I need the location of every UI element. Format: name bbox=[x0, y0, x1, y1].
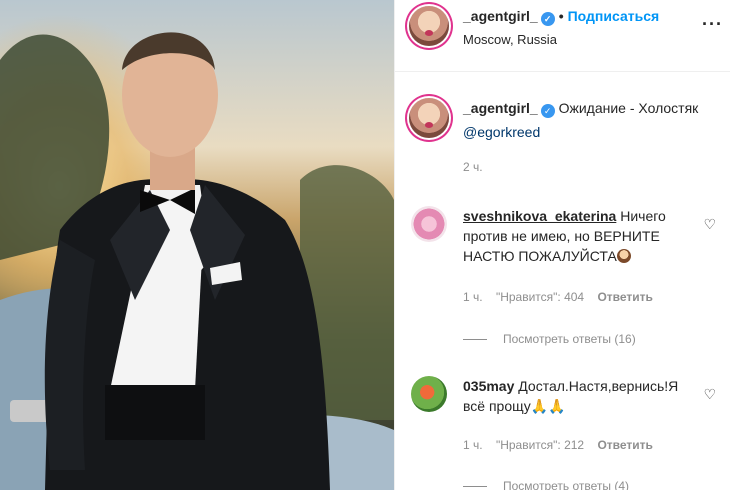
post-time[interactable]: 2 ч. bbox=[463, 160, 483, 174]
post-side-panel: _agentgirl_ ✓ • Подписаться Moscow, Russia … bbox=[394, 0, 730, 490]
author-line: _agentgirl_ ✓ • Подписаться bbox=[463, 8, 659, 26]
caption-author-avatar[interactable] bbox=[409, 98, 449, 138]
caption: _agentgirl_ ✓ Ожидание - Холостяк bbox=[463, 100, 698, 118]
post-photo[interactable] bbox=[0, 0, 394, 490]
woman-gesturing-icon bbox=[616, 249, 631, 263]
comment-time[interactable]: 1 ч. bbox=[463, 290, 483, 304]
separator-dot: • bbox=[558, 8, 564, 24]
caption-text: Ожидание - Холостяк bbox=[558, 100, 699, 116]
verified-icon: ✓ bbox=[540, 104, 555, 118]
location-link[interactable]: Moscow, Russia bbox=[463, 32, 557, 47]
comment-text-line1: Ничего bbox=[620, 208, 666, 224]
comment-text-line2: всё прощу bbox=[463, 398, 531, 414]
comment-text-line2: против не имею, но ВЕРНИТЕ bbox=[463, 228, 660, 244]
verified-icon: ✓ bbox=[540, 12, 555, 26]
comment-text-line1: Достал.Настя,вернись!Я bbox=[518, 378, 679, 394]
reply-button[interactable]: Ответить bbox=[597, 290, 652, 304]
view-replies-label: Посмотреть ответы (16) bbox=[503, 332, 636, 346]
photo-illustration bbox=[0, 0, 394, 490]
commenter-avatar[interactable] bbox=[411, 206, 447, 242]
comment-text-line3: НАСТЮ ПОЖАЛУЙСТА bbox=[463, 248, 617, 264]
more-horizontal-icon[interactable]: ··· bbox=[702, 14, 723, 35]
folded-hands-icon: 🙏🙏 bbox=[530, 398, 566, 414]
view-replies-button[interactable]: Посмотреть ответы (16) bbox=[463, 332, 636, 346]
view-replies-label: Посмотреть ответы (4) bbox=[503, 479, 630, 490]
comment-body: sveshnikova_ekaterina Ничего против не и… bbox=[463, 206, 693, 266]
comment-likes[interactable]: "Нравится": 404 bbox=[496, 290, 584, 304]
like-comment-icon[interactable]: ♡ bbox=[703, 386, 716, 403]
comment-body: 035may Достал.Настя,вернись!Я всё прощу🙏… bbox=[463, 376, 693, 416]
follow-button[interactable]: Подписаться bbox=[568, 8, 660, 24]
reply-button[interactable]: Ответить bbox=[597, 438, 652, 452]
view-replies-button[interactable]: Посмотреть ответы (4) bbox=[463, 479, 629, 490]
comment-username[interactable]: sveshnikova_ekaterina bbox=[463, 208, 616, 224]
comment-meta: 1 ч. "Нравится": 404 Ответить bbox=[463, 290, 663, 304]
commenter-avatar[interactable] bbox=[411, 376, 447, 412]
divider-line bbox=[463, 339, 487, 341]
divider-line bbox=[463, 486, 487, 488]
author-username[interactable]: _agentgirl_ bbox=[463, 8, 538, 24]
caption-username[interactable]: _agentgirl_ bbox=[463, 100, 538, 116]
mention-link[interactable]: @egorkreed bbox=[463, 124, 540, 140]
comment-meta: 1 ч. "Нравится": 212 Ответить bbox=[463, 438, 663, 452]
comment-time[interactable]: 1 ч. bbox=[463, 438, 483, 452]
comment-likes[interactable]: "Нравится": 212 bbox=[496, 438, 584, 452]
comment-username[interactable]: 035may bbox=[463, 378, 514, 394]
like-comment-icon[interactable]: ♡ bbox=[703, 216, 716, 233]
author-avatar[interactable] bbox=[409, 6, 449, 46]
post-header: _agentgirl_ ✓ • Подписаться Moscow, Russia … bbox=[395, 0, 730, 72]
